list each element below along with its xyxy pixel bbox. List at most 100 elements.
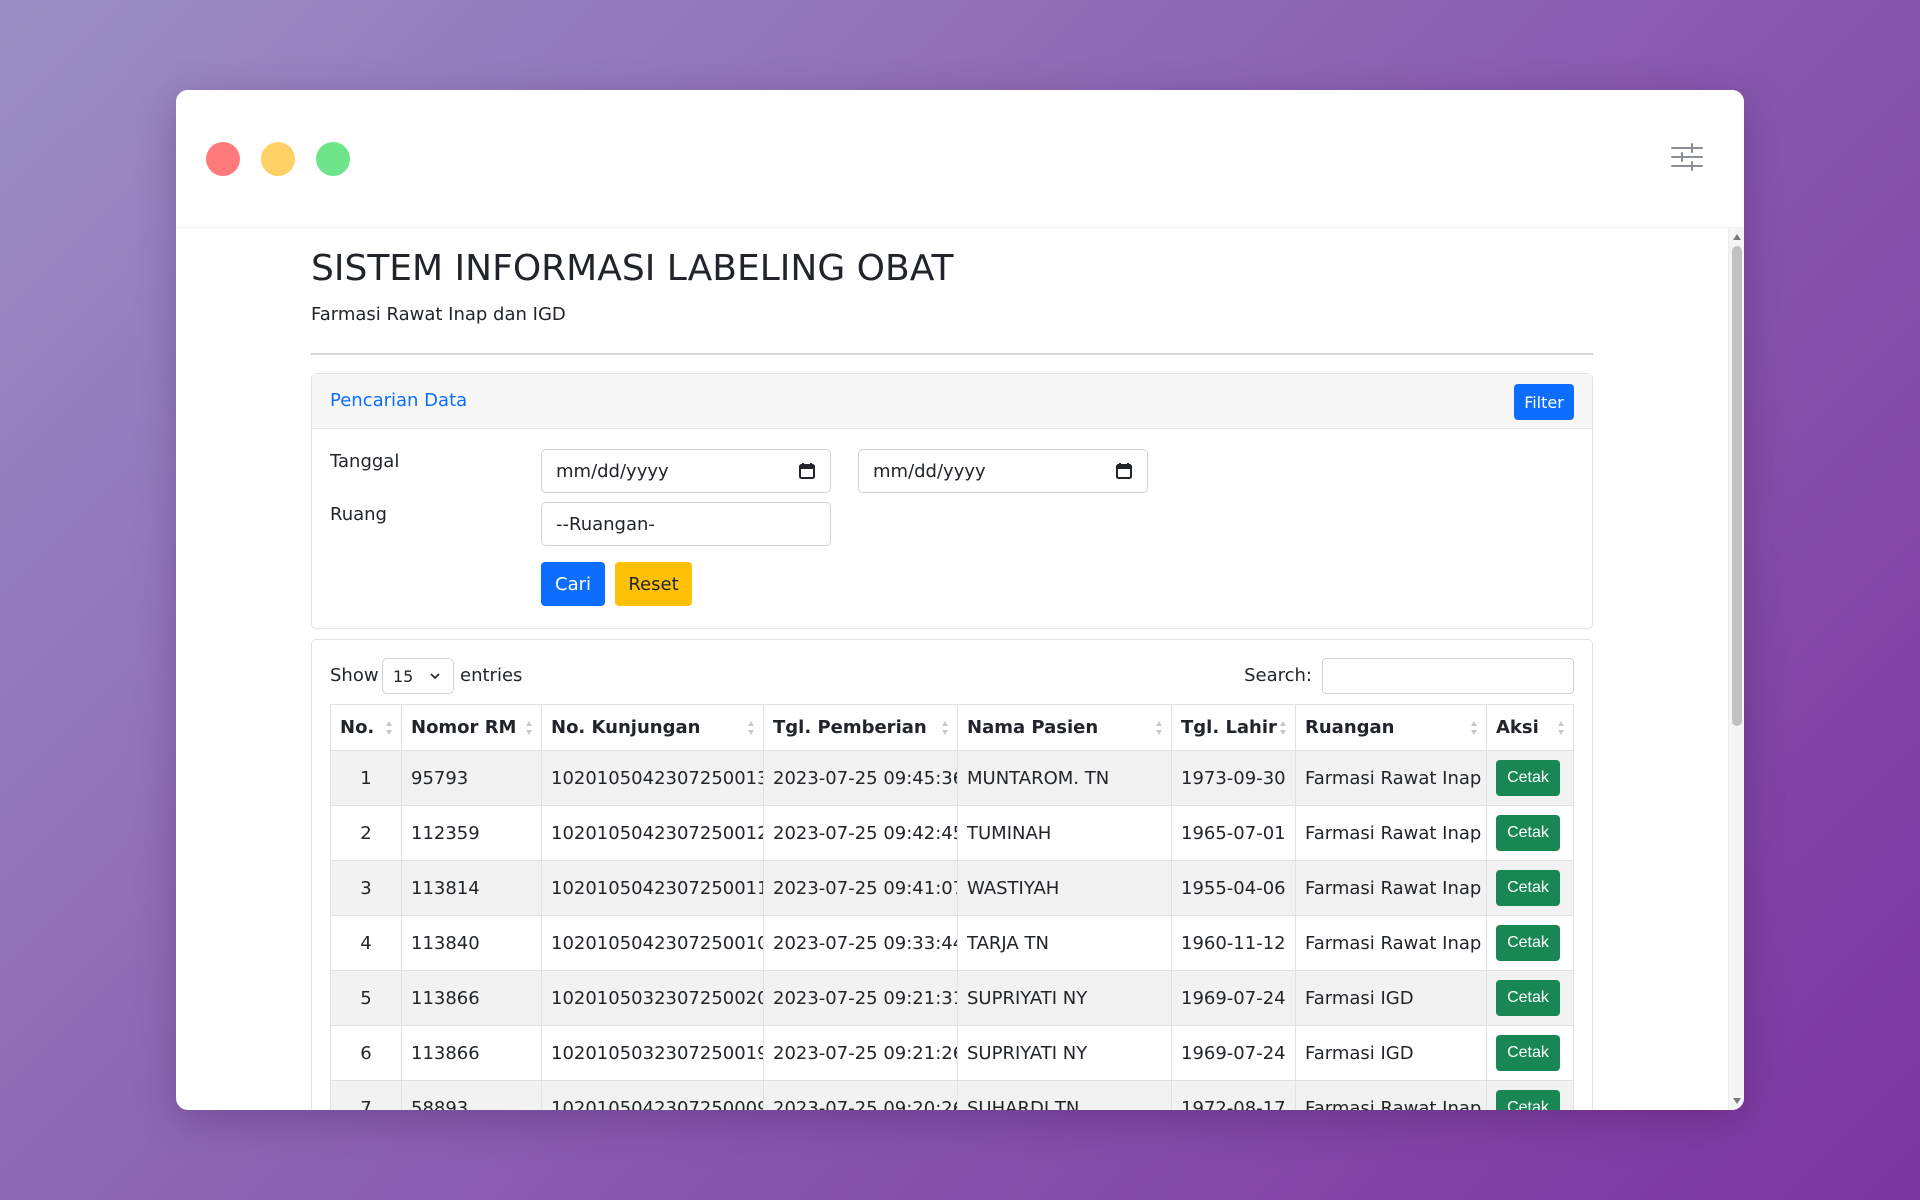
scrollbar-thumb[interactable] (1732, 246, 1742, 726)
no-kunjungan-cell: 1020105042307250012 (541, 805, 764, 861)
scroll-down-arrow[interactable] (1733, 1098, 1741, 1104)
no-kunjungan-cell: 1020105042307250011 (541, 860, 764, 916)
calendar-icon[interactable] (1115, 462, 1133, 480)
column-header-label: Tgl. Lahir (1181, 717, 1277, 738)
nama-pasien-cell: MUNTAROM. TN (957, 750, 1172, 806)
chevron-down-icon (430, 673, 440, 680)
column-header[interactable]: Nomor RM (401, 704, 542, 751)
ruangan-cell: Farmasi Rawat Inap (1295, 915, 1487, 971)
cetak-button[interactable]: Cetak (1496, 1090, 1560, 1110)
aksi-cell: Cetak (1486, 1080, 1574, 1110)
aksi-cell: Cetak (1486, 1025, 1574, 1081)
no-kunjungan-cell: 1020105042307250009 (541, 1080, 764, 1110)
nama-pasien-cell: TARJA TN (957, 915, 1172, 971)
ruangan-cell: Farmasi Rawat Inap (1295, 860, 1487, 916)
table-search-input[interactable] (1322, 658, 1574, 694)
column-header[interactable]: No. (330, 704, 402, 751)
sort-arrows-icon (386, 721, 392, 735)
entries-select[interactable]: 15 (382, 658, 454, 694)
search-panel-header: Pencarian Data Filter (312, 374, 1592, 429)
minimize-window-button[interactable] (261, 142, 295, 176)
no-kunjungan-cell: 1020105032307250020 (541, 970, 764, 1026)
nama-pasien-cell: WASTIYAH (957, 860, 1172, 916)
cetak-button[interactable]: Cetak (1496, 925, 1560, 961)
sort-arrows-icon (1280, 721, 1286, 735)
row-number-cell: 4 (330, 915, 402, 971)
maximize-window-button[interactable] (316, 142, 350, 176)
column-header-label: Nama Pasien (967, 717, 1099, 738)
ruang-select-value: --Ruangan- (556, 513, 655, 535)
vertical-scrollbar[interactable] (1728, 228, 1744, 1110)
tgl-pemberian-cell: 2023-07-25 09:41:07 (763, 860, 958, 916)
nama-pasien-cell: TUMINAH (957, 805, 1172, 861)
column-header[interactable]: Tgl. Lahir (1171, 704, 1296, 751)
close-window-button[interactable] (206, 142, 240, 176)
row-number-cell: 3 (330, 860, 402, 916)
page-title: SISTEM INFORMASI LABELING OBAT (311, 248, 954, 289)
search-label: Search: (1244, 665, 1312, 686)
show-label: Show (330, 665, 379, 686)
no-kunjungan-cell: 1020105042307250010 (541, 915, 764, 971)
table-row: 3 113814 1020105042307250011 2023-07-25 09:… (330, 860, 1574, 916)
scroll-up-arrow[interactable] (1733, 234, 1741, 240)
cetak-button[interactable]: Cetak (1496, 870, 1560, 906)
column-header[interactable]: Ruangan (1295, 704, 1487, 751)
cetak-button[interactable]: Cetak (1496, 815, 1560, 851)
tgl-lahir-cell: 1973-09-30 (1171, 750, 1296, 806)
nama-pasien-cell: SUPRIYATI NY (957, 970, 1172, 1026)
table-row: 6 113866 1020105032307250019 2023-07-25 09:… (330, 1025, 1574, 1081)
divider (311, 353, 1593, 355)
ruangan-cell: Farmasi IGD (1295, 1025, 1487, 1081)
tgl-lahir-cell: 1960-11-12 (1171, 915, 1296, 971)
ruangan-cell: Farmasi Rawat Inap (1295, 805, 1487, 861)
sliders-icon[interactable] (1670, 140, 1704, 174)
tgl-lahir-cell: 1955-04-06 (1171, 860, 1296, 916)
tgl-pemberian-cell: 2023-07-25 09:21:31 (763, 970, 958, 1026)
tgl-pemberian-cell: 2023-07-25 09:21:26 (763, 1025, 958, 1081)
date-from-input[interactable]: mm/dd/yyyy (541, 449, 831, 493)
cetak-button[interactable]: Cetak (1496, 760, 1560, 796)
date-to-input[interactable]: mm/dd/yyyy (858, 449, 1148, 493)
tanggal-label: Tanggal (330, 451, 400, 472)
cetak-button[interactable]: Cetak (1496, 980, 1560, 1016)
ruangan-cell: Farmasi IGD (1295, 970, 1487, 1026)
table-row: 4 113840 1020105042307250010 2023-07-25 09:… (330, 915, 1574, 971)
column-header[interactable]: Aksi (1486, 704, 1574, 751)
nomor-rm-cell: 113866 (401, 1025, 542, 1081)
filter-button[interactable]: Filter (1514, 384, 1574, 420)
page-subtitle: Farmasi Rawat Inap dan IGD (311, 304, 566, 325)
table-row: 5 113866 1020105032307250020 2023-07-25 09:… (330, 970, 1574, 1026)
column-header[interactable]: Nama Pasien (957, 704, 1172, 751)
sort-arrows-icon (526, 721, 532, 735)
aksi-cell: Cetak (1486, 970, 1574, 1026)
nama-pasien-cell: SUHARDI TN (957, 1080, 1172, 1110)
sort-arrows-icon (1471, 721, 1477, 735)
sort-arrows-icon (1558, 721, 1564, 735)
tgl-lahir-cell: 1969-07-24 (1171, 1025, 1296, 1081)
aksi-cell: Cetak (1486, 750, 1574, 806)
tgl-lahir-cell: 1972-08-17 (1171, 1080, 1296, 1110)
tgl-pemberian-cell: 2023-07-25 09:42:45 (763, 805, 958, 861)
aksi-cell: Cetak (1486, 915, 1574, 971)
page-viewport: SISTEM INFORMASI LABELING OBAT Farmasi R… (176, 228, 1744, 1110)
column-header[interactable]: No. Kunjungan (541, 704, 764, 751)
date-from-placeholder: mm/dd/yyyy (556, 460, 669, 482)
ruang-select[interactable]: --Ruangan- (541, 502, 831, 546)
column-header[interactable]: Tgl. Pemberian (763, 704, 958, 751)
column-header-label: Ruangan (1305, 717, 1395, 738)
ruang-label: Ruang (330, 504, 387, 525)
tgl-lahir-cell: 1969-07-24 (1171, 970, 1296, 1026)
sort-arrows-icon (942, 721, 948, 735)
reset-button[interactable]: Reset (615, 562, 692, 606)
table-header-row: No. Nomor RM No. Kunjungan Tgl. Pemberian Na… (330, 704, 1574, 751)
tgl-pemberian-cell: 2023-07-25 09:45:36 (763, 750, 958, 806)
row-number-cell: 1 (330, 750, 402, 806)
cetak-button[interactable]: Cetak (1496, 1035, 1560, 1071)
calendar-icon[interactable] (798, 462, 816, 480)
table-row: 2 112359 1020105042307250012 2023-07-25 09:… (330, 805, 1574, 861)
window-titlebar (176, 90, 1744, 228)
cari-button[interactable]: Cari (541, 562, 605, 606)
search-panel-title[interactable]: Pencarian Data (330, 390, 467, 411)
table-body: 1 95793 1020105042307250013 2023-07-25 09:4… (330, 750, 1574, 1110)
nomor-rm-cell: 113840 (401, 915, 542, 971)
